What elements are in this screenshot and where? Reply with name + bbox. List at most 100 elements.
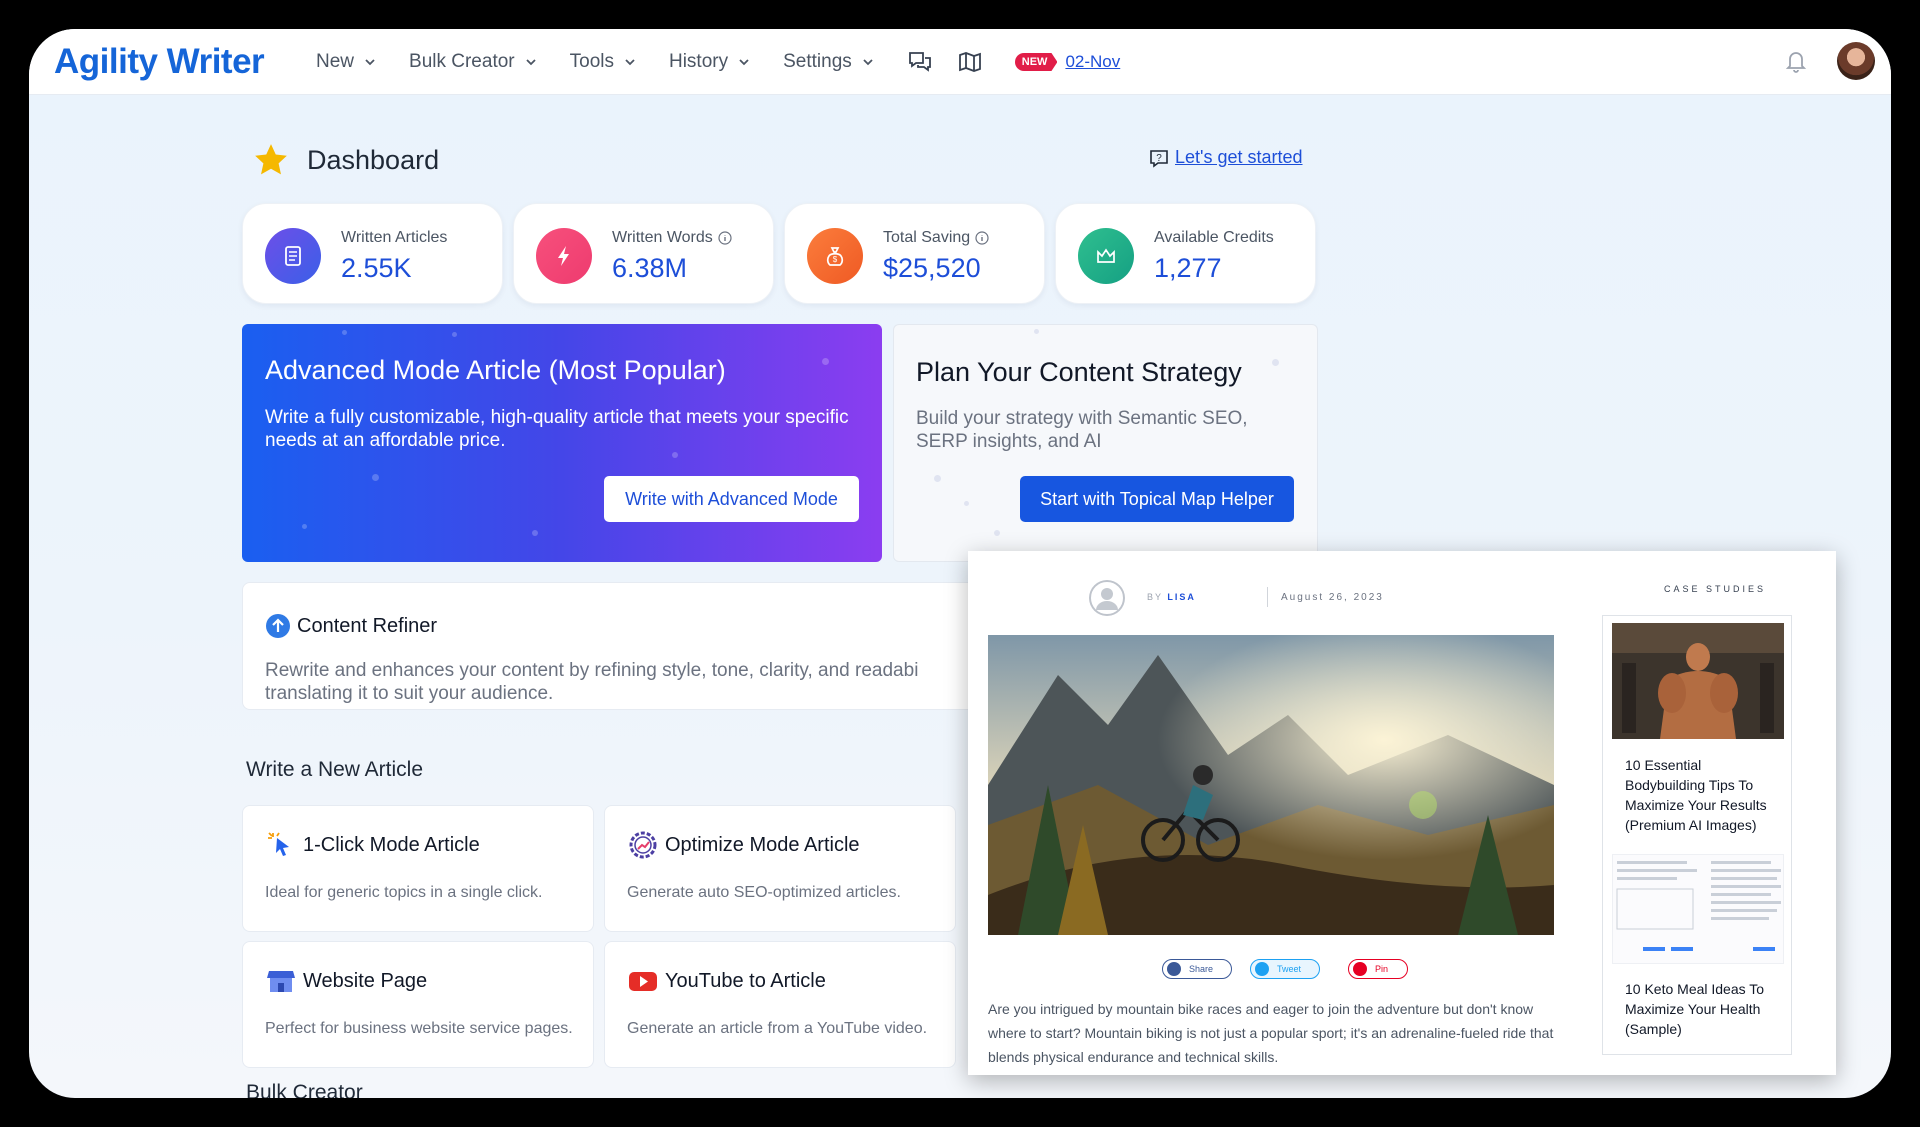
card-title-text: YouTube to Article <box>665 969 826 992</box>
card-desc: Generate auto SEO-optimized articles. <box>627 884 901 901</box>
stat-value: $25,520 <box>883 253 981 283</box>
decor-dot <box>1272 359 1279 366</box>
youtube-article-card[interactable]: YouTube to Article Generate an article f… <box>604 941 956 1068</box>
advanced-mode-card: Advanced Mode Article (Most Popular) Wri… <box>242 324 882 562</box>
case-studies-sidebar: 10 Essential Bodybuilding Tips To Maximi… <box>1602 615 1792 1055</box>
page-title: Dashboard <box>252 141 439 179</box>
stat-value: 2.55K <box>341 253 412 283</box>
chat-help-icon[interactable] <box>907 49 933 75</box>
nav-label: History <box>668 51 729 72</box>
stat-icon-circle <box>1078 228 1134 284</box>
user-avatar[interactable] <box>1837 42 1875 80</box>
nav-tools[interactable]: Tools <box>570 51 636 73</box>
card-desc: Perfect for business website service pag… <box>265 1020 573 1037</box>
advanced-mode-title: Advanced Mode Article (Most Popular) <box>265 355 726 385</box>
chevron-down-icon <box>863 59 873 66</box>
nav-new[interactable]: New <box>316 51 376 73</box>
hero-image-mountain-biker <box>988 635 1554 935</box>
topical-map-button[interactable]: Start with Topical Map Helper <box>1020 476 1294 522</box>
website-page-card[interactable]: Website Page Perfect for business websit… <box>242 941 594 1068</box>
decor-dot <box>672 452 678 458</box>
stat-value: 6.38M <box>612 253 688 283</box>
stat-label-text: Written Articles <box>341 229 448 246</box>
stat-label-text: Total Saving <box>883 229 971 246</box>
decor-dot <box>372 474 379 481</box>
brand-logo[interactable]: Agility Writer <box>54 40 265 84</box>
decor-dot <box>822 358 829 365</box>
nav-label: Settings <box>783 51 852 72</box>
decor-dot <box>342 330 347 335</box>
stat-card-words: Written Words 6.38M <box>513 203 774 304</box>
twitter-icon <box>1255 962 1269 976</box>
decor-dot <box>1034 329 1039 334</box>
cursor-click-icon <box>268 832 289 856</box>
case-study-title[interactable]: 10 Essential Bodybuilding Tips To Maximi… <box>1625 755 1785 835</box>
get-started-label: Let's get started <box>1175 147 1303 167</box>
bulk-creator-heading: Bulk Creator <box>246 1081 363 1098</box>
pinterest-icon <box>1353 962 1367 976</box>
nav-bulk-creator[interactable]: Bulk Creator <box>409 51 537 73</box>
card-title-text: Website Page <box>303 969 428 992</box>
help-chat-icon: ? <box>1150 149 1168 168</box>
svg-text:$: $ <box>833 255 838 264</box>
nav-label: Tools <box>569 51 614 72</box>
card-title-text: Optimize Mode Article <box>665 833 860 856</box>
map-icon[interactable] <box>957 49 983 75</box>
write-advanced-button[interactable]: Write with Advanced Mode <box>604 476 859 522</box>
stat-icon-circle <box>265 228 321 284</box>
card-desc: Generate an article from a YouTube video… <box>627 1020 928 1037</box>
money-bag-icon: $ <box>826 247 844 266</box>
gym-photo <box>1612 623 1784 739</box>
stat-card-credits: Available Credits 1,277 <box>1055 203 1316 304</box>
decor-dot <box>532 530 538 536</box>
user-silhouette-icon <box>1089 580 1125 616</box>
star-icon <box>255 144 287 175</box>
decor-dot <box>994 530 1000 536</box>
stat-icon-circle: $ <box>807 228 863 284</box>
nav-settings[interactable]: Settings <box>783 51 874 73</box>
gear-chart-icon <box>629 831 657 859</box>
optimize-mode-card[interactable]: Optimize Mode Article Generate auto SEO-… <box>604 805 956 932</box>
article-body-text: Are you intrigued by mountain bike races… <box>988 1001 1554 1065</box>
stat-card-articles: Written Articles 2.55K <box>242 203 503 304</box>
author-avatar <box>1089 580 1125 616</box>
decor-dot <box>964 501 969 506</box>
bell-icon[interactable] <box>1783 48 1809 74</box>
nav-history[interactable]: History <box>669 51 750 73</box>
one-click-card[interactable]: 1-Click Mode Article Ideal for generic t… <box>242 805 594 932</box>
ui-screenshot-thumbnail <box>1613 855 1783 963</box>
case-study-title[interactable]: 10 Keto Meal Ideas To Maximize Your Heal… <box>1625 979 1785 1039</box>
chevron-down-icon <box>525 59 536 66</box>
chevron-down-icon <box>365 59 375 66</box>
document-icon <box>285 246 301 266</box>
stat-label: Available Credits <box>1154 229 1274 247</box>
facebook-icon <box>1167 962 1181 976</box>
pin-label: Pin <box>1375 964 1389 974</box>
get-started-link[interactable]: ? Let's get started <box>1149 147 1303 168</box>
case-studies-heading: CASE STUDIES <box>1664 584 1767 594</box>
info-icon[interactable] <box>718 231 732 245</box>
share-button[interactable]: Share <box>1162 959 1232 979</box>
content-strategy-text: Build your strategy with Semantic SEO, S… <box>916 408 1248 452</box>
chevron-down-icon <box>739 59 749 66</box>
mountain-bike-photo <box>988 635 1554 935</box>
decor-dot <box>452 332 457 337</box>
info-icon[interactable] <box>975 231 989 245</box>
svg-text:?: ? <box>1156 153 1162 164</box>
content-strategy-title: Plan Your Content Strategy <box>916 357 1242 387</box>
whats-new-link[interactable]: 02-Nov <box>1065 52 1120 72</box>
advanced-mode-text: Write a fully customizable, high-quality… <box>265 407 849 451</box>
content-strategy-card: Plan Your Content Strategy Build your st… <box>893 324 1318 562</box>
tweet-label: Tweet <box>1277 964 1302 974</box>
stat-label-text: Written Words <box>612 229 713 246</box>
decor-dot <box>934 475 941 482</box>
page-title-text: Dashboard <box>307 144 440 175</box>
stat-label: Written Words <box>612 229 732 247</box>
main-nav: New Bulk Creator Tools History Settings <box>316 49 1120 75</box>
top-navbar: Agility Writer New Bulk Creator Tools Hi… <box>29 29 1891 95</box>
pin-button[interactable]: Pin <box>1348 959 1408 979</box>
stat-label-text: Available Credits <box>1154 229 1274 246</box>
card-desc: Ideal for generic topics in a single cli… <box>265 884 543 901</box>
tweet-button[interactable]: Tweet <box>1250 959 1320 979</box>
stat-value: 1,277 <box>1154 253 1222 283</box>
